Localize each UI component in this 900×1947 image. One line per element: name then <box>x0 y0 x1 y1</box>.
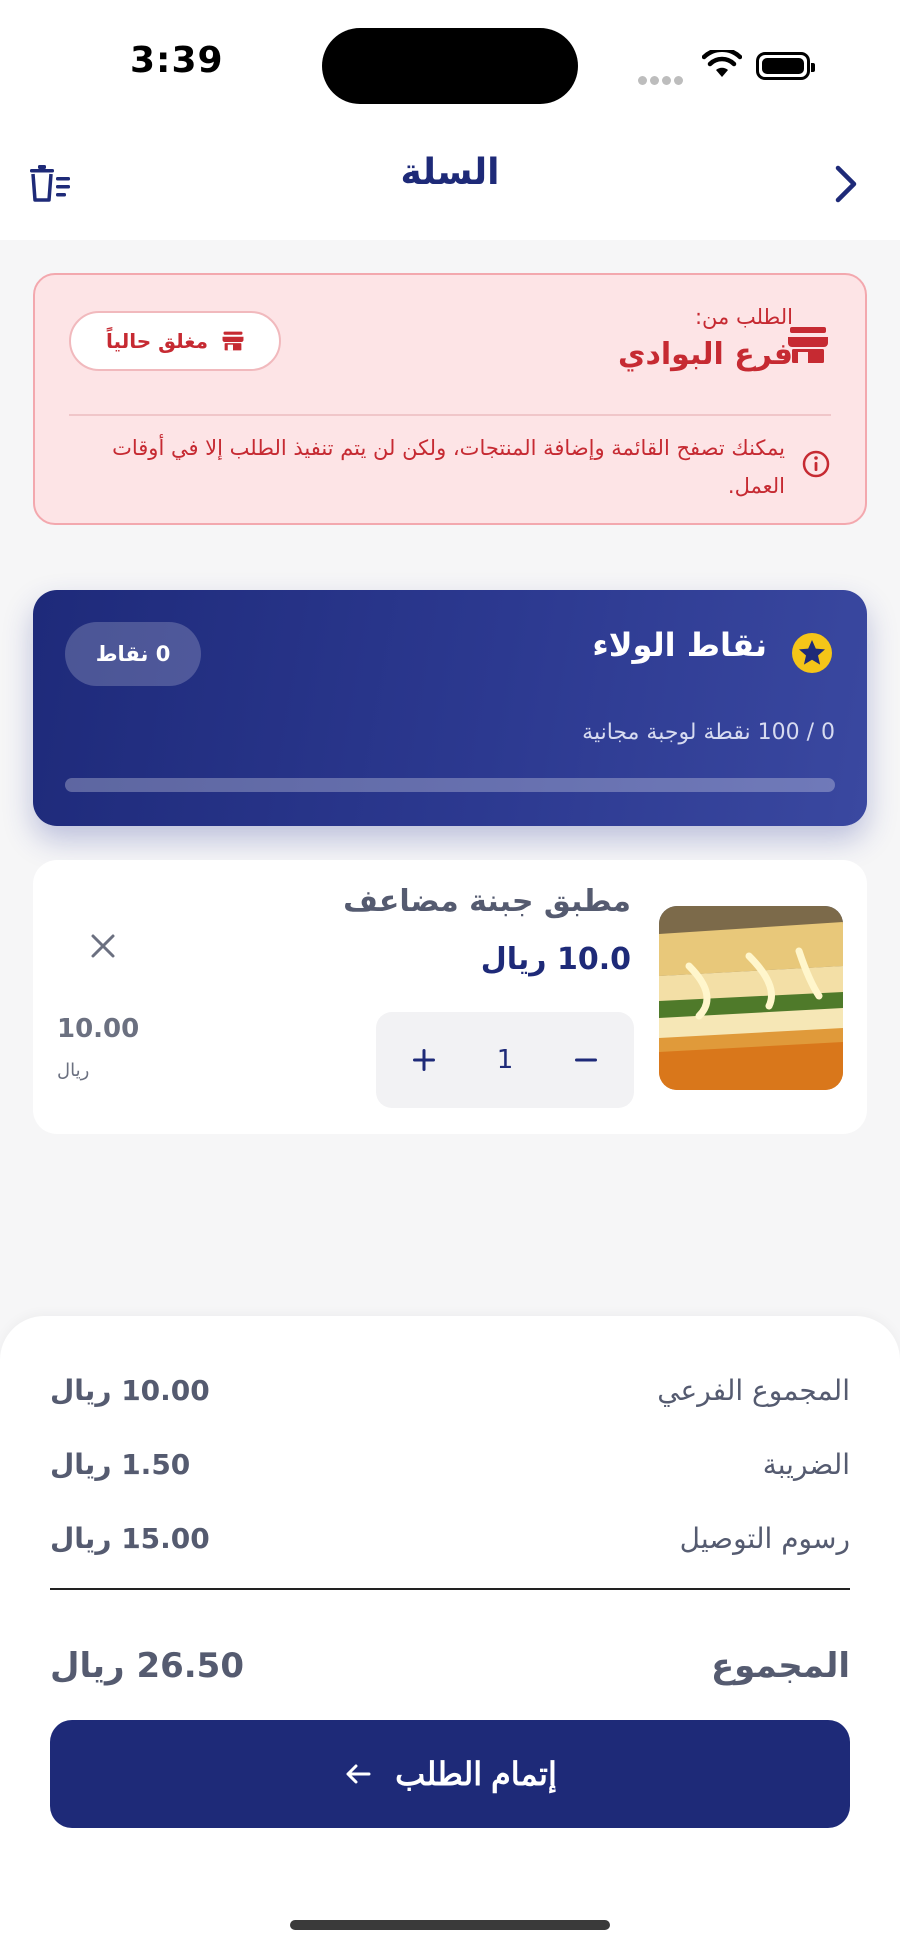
branch-status-card: الطلب من: فرع البوادي مغلق حالياً يمكنك … <box>33 273 867 525</box>
increase-quantity-button[interactable] <box>404 1040 444 1080</box>
dynamic-island <box>322 28 578 104</box>
item-line-total: 10.00 <box>57 1014 140 1044</box>
summary-divider <box>50 1588 850 1590</box>
signal-icon <box>638 70 686 85</box>
loyalty-title: نقاط الولاء <box>592 626 767 664</box>
store-icon <box>787 325 829 369</box>
plus-icon <box>413 1049 435 1071</box>
close-icon <box>91 934 115 958</box>
subtotal-row: المجموع الفرعي 10.00 ريال <box>50 1368 850 1412</box>
divider <box>69 414 831 416</box>
subtotal-label: المجموع الفرعي <box>657 1373 850 1407</box>
loyalty-progress-text: 0 / 100 نقطة لوجبة مجانية <box>582 720 835 745</box>
order-summary-sheet: المجموع الفرعي 10.00 ريال الضريبة 1.50 ر… <box>0 1316 900 1947</box>
working-hours-message: يمكنك تصفح القائمة وإضافة المنتجات، ولكن… <box>112 436 785 498</box>
checkout-button[interactable]: إتمام الطلب <box>50 1720 850 1828</box>
closed-status-badge: مغلق حالياً <box>69 311 281 371</box>
delivery-fee-row: رسوم التوصيل 15.00 ريال <box>50 1516 850 1560</box>
branch-name: فرع البوادي <box>617 337 793 372</box>
status-time: 3:39 <box>130 40 224 81</box>
cart-item: مطبق جبنة مضاعف 10.0 ريال 1 10.00 ريال <box>33 860 867 1134</box>
arrow-left-icon <box>346 1764 371 1784</box>
quantity-value: 1 <box>496 1045 514 1075</box>
tax-row: الضريبة 1.50 ريال <box>50 1442 850 1486</box>
delivery-fee-label: رسوم التوصيل <box>679 1521 850 1555</box>
item-name: مطبق جبنة مضاعف <box>343 884 631 919</box>
order-from-label: الطلب من: <box>694 305 793 329</box>
info-icon <box>801 449 831 483</box>
clear-cart-button[interactable] <box>26 160 74 208</box>
minus-icon <box>574 1058 597 1062</box>
closed-status-label: مغلق حالياً <box>106 329 208 353</box>
points-badge: 0 نقاط <box>65 622 201 686</box>
battery-icon <box>756 52 815 80</box>
total-value: 26.50 ريال <box>50 1646 244 1686</box>
total-label: المجموع <box>710 1646 850 1686</box>
tax-value: 1.50 ريال <box>50 1447 191 1481</box>
subtotal-value: 10.00 ريال <box>50 1373 210 1407</box>
trash-list-icon <box>30 165 70 202</box>
item-price: 10.0 ريال <box>480 942 631 977</box>
back-button[interactable] <box>820 158 872 210</box>
wifi-icon <box>702 50 742 77</box>
chevron-right-icon <box>835 165 857 203</box>
star-icon <box>791 632 833 678</box>
page-title: السلة <box>400 152 500 193</box>
remove-item-button[interactable] <box>83 926 123 966</box>
quantity-stepper: 1 <box>376 1012 634 1108</box>
delivery-fee-value: 15.00 ريال <box>50 1521 210 1555</box>
total-row: المجموع 26.50 ريال <box>50 1638 850 1694</box>
loyalty-progress-bar <box>65 778 835 792</box>
decrease-quantity-button[interactable] <box>566 1040 606 1080</box>
item-image <box>659 906 843 1090</box>
tax-label: الضريبة <box>762 1447 850 1481</box>
loyalty-card: نقاط الولاء 0 نقاط 0 / 100 نقطة لوجبة مج… <box>33 590 867 826</box>
store-small-icon <box>222 331 244 351</box>
home-indicator <box>290 1920 610 1930</box>
checkout-label: إتمام الطلب <box>395 1756 557 1792</box>
item-line-currency: ريال <box>57 1060 90 1081</box>
